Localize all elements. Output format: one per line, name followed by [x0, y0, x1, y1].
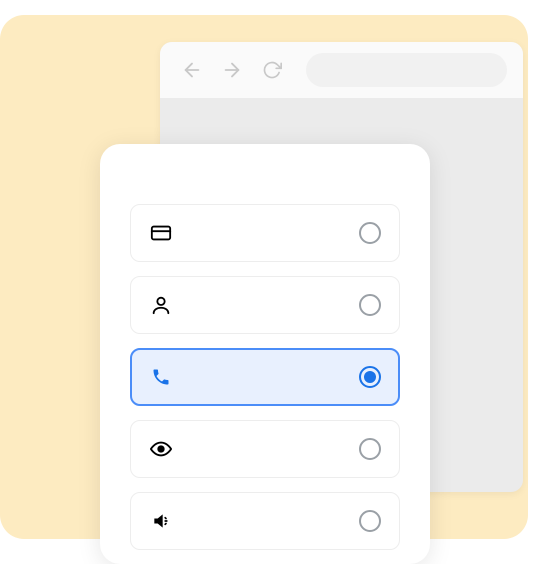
radio-button[interactable]	[359, 438, 381, 460]
person-icon	[149, 293, 173, 317]
reload-icon	[262, 60, 282, 80]
forward-button[interactable]	[216, 54, 248, 86]
reload-button[interactable]	[256, 54, 288, 86]
radio-button[interactable]	[359, 510, 381, 532]
credit-card-icon	[149, 221, 173, 245]
volume-icon	[149, 509, 173, 533]
options-card	[100, 144, 430, 564]
eye-icon	[149, 437, 173, 461]
radio-button[interactable]	[359, 222, 381, 244]
option-credit-card[interactable]	[130, 204, 400, 262]
address-bar[interactable]	[306, 53, 507, 87]
browser-toolbar	[160, 42, 523, 98]
option-visibility[interactable]	[130, 420, 400, 478]
radio-button[interactable]	[359, 294, 381, 316]
back-button[interactable]	[176, 54, 208, 86]
option-person[interactable]	[130, 276, 400, 334]
option-volume[interactable]	[130, 492, 400, 550]
phone-icon	[149, 365, 173, 389]
option-phone[interactable]	[130, 348, 400, 406]
radio-button[interactable]	[359, 366, 381, 388]
arrow-left-icon	[181, 59, 203, 81]
arrow-right-icon	[221, 59, 243, 81]
